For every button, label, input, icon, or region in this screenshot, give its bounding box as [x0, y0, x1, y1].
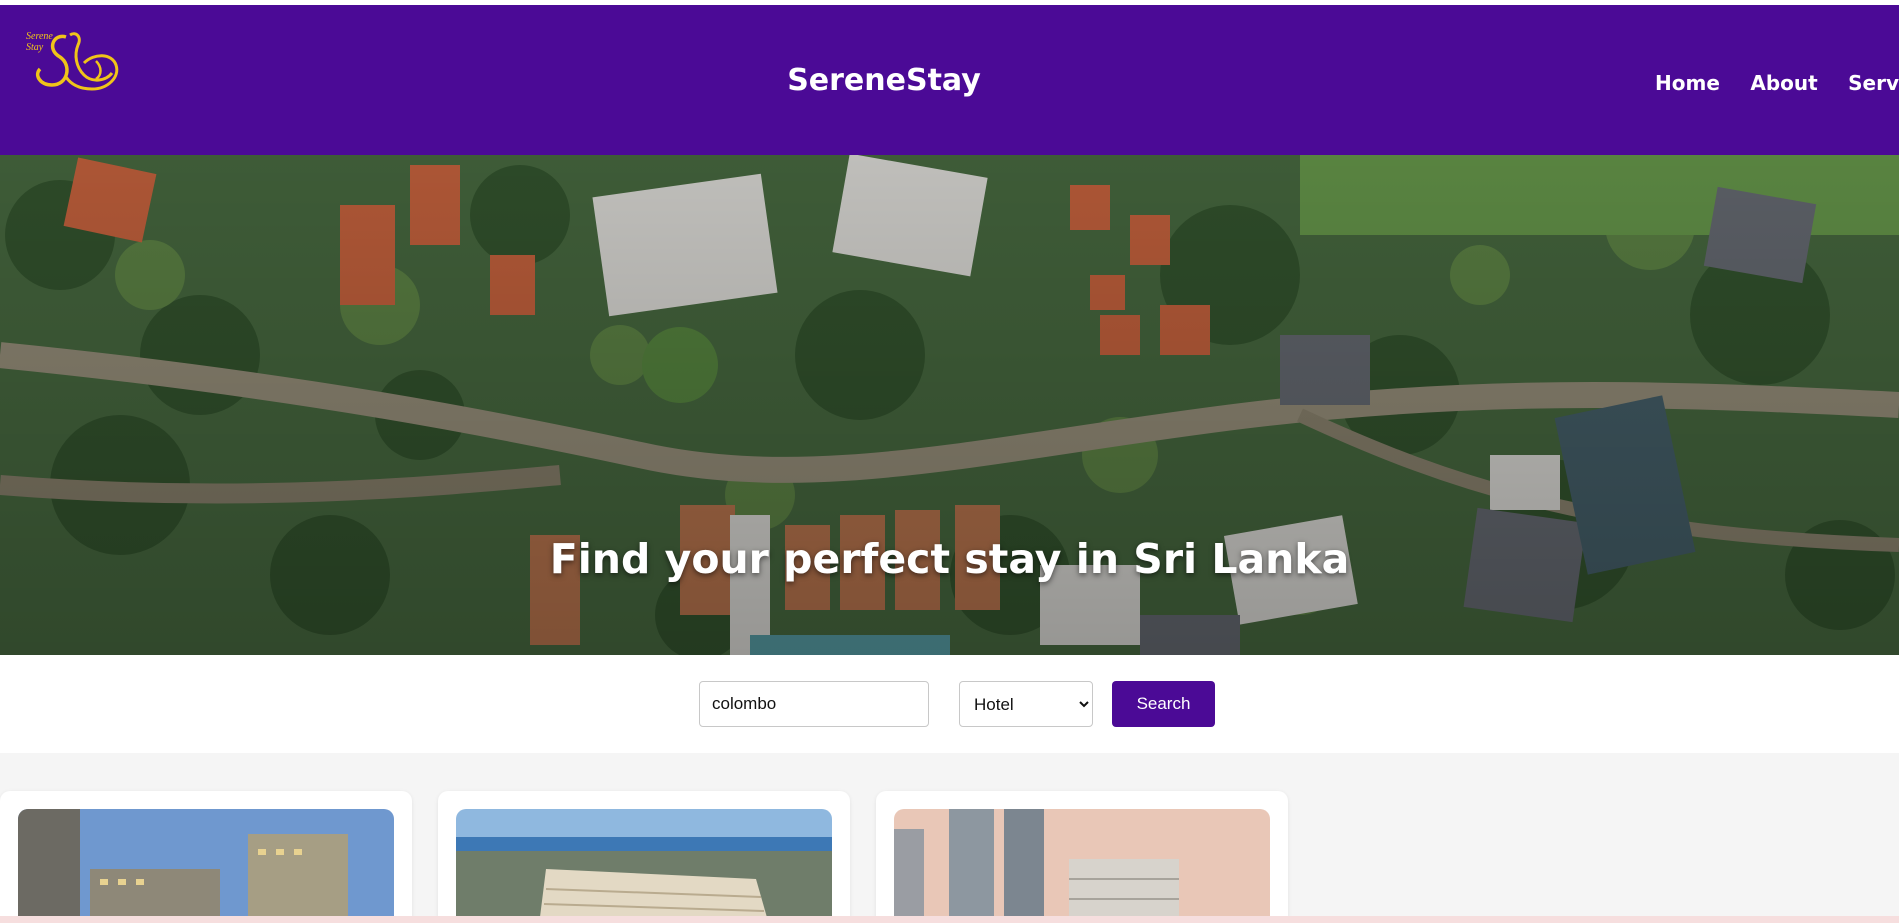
location-search-input[interactable]: [699, 681, 929, 727]
nav-home-link[interactable]: Home: [1655, 71, 1720, 95]
hero-heading: Find your perfect stay in Sri Lanka: [549, 535, 1350, 583]
main-nav: Home About Services: [1655, 71, 1899, 95]
listing-card[interactable]: [876, 791, 1288, 923]
bottom-border: [0, 916, 1899, 923]
svg-text:Serene: Serene: [26, 31, 53, 42]
hero-banner: Find your perfect stay in Sri Lanka: [0, 155, 1899, 655]
nav-about-link[interactable]: About: [1750, 71, 1817, 95]
listings-section: [0, 753, 1899, 923]
search-bar: Hotel Search: [0, 655, 1899, 753]
search-button[interactable]: Search: [1112, 681, 1215, 727]
hotel-photo[interactable]: [18, 809, 394, 923]
svg-text:Stay: Stay: [26, 42, 44, 53]
hotel-photo[interactable]: [456, 809, 832, 923]
accommodation-type-select[interactable]: Hotel: [959, 681, 1093, 727]
site-header: Serene Stay SereneStay Home About Servic…: [0, 5, 1899, 155]
listing-card[interactable]: [438, 791, 850, 923]
hotel-photo[interactable]: [894, 809, 1270, 923]
nav-services-link[interactable]: Services: [1848, 71, 1899, 95]
site-title: SereneStay: [787, 63, 981, 98]
listing-card[interactable]: [0, 791, 412, 923]
